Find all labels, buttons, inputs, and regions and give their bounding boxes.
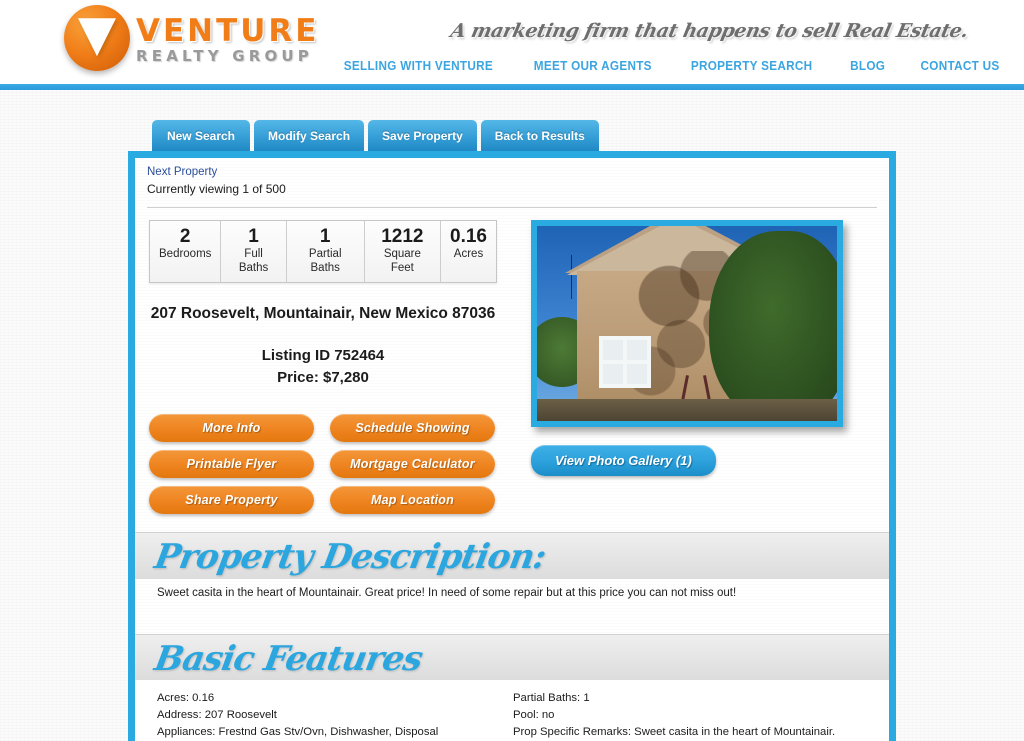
more-info-button[interactable]: More Info: [149, 414, 314, 443]
feature-item: Partial Baths: 1: [513, 692, 590, 705]
property-content-columns: 2 Bedrooms 1 Full Baths 1 Partial Baths …: [135, 208, 889, 515]
stat-partial-baths-label: Partial Baths: [308, 248, 342, 275]
property-detail-panel: Next Property Currently viewing 1 of 500…: [128, 151, 896, 741]
feature-item: Prop Specific Remarks: Sweet casita in t…: [513, 725, 836, 738]
stat-bedrooms-label: Bedrooms: [159, 248, 212, 261]
photo-window: [599, 336, 651, 389]
stat-square-feet-label: Square Feet: [383, 248, 421, 275]
property-action-buttons: More Info Schedule Showing Printable Fly…: [149, 414, 497, 515]
stat-square-feet-value: 1212: [381, 226, 424, 248]
share-property-button[interactable]: Share Property: [149, 486, 314, 515]
listing-summary: Listing ID 752464 Price: $7,280: [149, 345, 497, 389]
stat-acres-value: 0.16: [450, 226, 487, 248]
property-address: 207 Roosevelt, Mountainair, New Mexico 8…: [150, 304, 496, 322]
search-tab-row: New Search Modify Search Save Property B…: [0, 120, 1024, 151]
stat-full-baths-value: 1: [248, 226, 259, 248]
nav-item-selling-with-venture[interactable]: SELLING WITH VENTURE: [344, 59, 493, 73]
property-stats-box: 2 Bedrooms 1 Full Baths 1 Partial Baths …: [149, 220, 497, 283]
property-photo-image: [537, 226, 837, 422]
stat-bedrooms: 2 Bedrooms: [150, 221, 222, 282]
new-search-tab[interactable]: New Search: [152, 120, 250, 151]
stat-acres-label: Acres: [453, 248, 484, 261]
view-photo-gallery-button[interactable]: View Photo Gallery (1): [531, 445, 716, 477]
property-description-section: Property Description:: [135, 532, 889, 579]
listing-id: Listing ID 752464: [261, 346, 385, 364]
property-nav-strip: Next Property Currently viewing 1 of 500: [135, 158, 889, 201]
photo-ground: [537, 399, 837, 422]
property-description-text: Sweet casita in the heart of Mountainair…: [157, 586, 737, 599]
modify-search-tab[interactable]: Modify Search: [254, 120, 365, 151]
stat-acres: 0.16 Acres: [441, 221, 496, 281]
stat-square-feet: 1212 Square Feet: [365, 221, 442, 282]
map-location-button[interactable]: Map Location: [330, 486, 495, 515]
stat-bedrooms-value: 2: [179, 226, 191, 248]
basic-features-section: Basic Features: [135, 634, 889, 681]
printable-flyer-button[interactable]: Printable Flyer: [149, 450, 314, 479]
feature-item: Acres: 0.16: [157, 692, 215, 705]
nav-item-property-search[interactable]: PROPERTY SEARCH: [691, 59, 813, 73]
logo-subtitle: REALTY GROUP: [136, 47, 313, 65]
nav-item-contact-us[interactable]: CONTACT US: [921, 59, 1000, 73]
listing-price: Price: $7,280: [277, 368, 369, 386]
main-navigation: SELLING WITH VENTURE MEET OUR AGENTS PRO…: [339, 59, 1002, 73]
logo-brand: VENTURE: [136, 13, 320, 49]
mortgage-calculator-button[interactable]: Mortgage Calculator: [330, 450, 495, 479]
feature-item: Appliances: Frestnd Gas Stv/Ovn, Dishwas…: [157, 725, 439, 738]
logo-text: VENTURE REALTY GROUP: [136, 12, 319, 64]
nav-item-meet-our-agents[interactable]: MEET OUR AGENTS: [534, 59, 652, 73]
stat-partial-baths: 1 Partial Baths: [287, 221, 365, 282]
site-tagline: A marketing firm that happens to sell Re…: [448, 20, 971, 42]
site-logo[interactable]: VENTURE REALTY GROUP: [64, 5, 319, 71]
page-body: New Search Modify Search Save Property B…: [0, 90, 1024, 741]
stat-full-baths-label: Full Baths: [238, 248, 269, 275]
property-photo[interactable]: [531, 220, 843, 428]
feature-item: Pool: no: [513, 709, 555, 722]
basic-features-columns: Acres: 0.16 Address: 207 Roosevelt Appli…: [135, 680, 889, 741]
features-right-column: Partial Baths: 1 Pool: no Prop Specific …: [513, 690, 869, 741]
basic-features-heading: Basic Features: [151, 639, 426, 680]
feature-item: Address: 207 Roosevelt: [157, 709, 277, 722]
next-property-link[interactable]: Next Property: [147, 164, 877, 181]
photo-tree-right: [709, 231, 837, 422]
currently-viewing-label: Currently viewing 1 of 500: [147, 181, 286, 196]
property-description-heading: Property Description:: [151, 537, 549, 578]
stat-full-baths: 1 Full Baths: [221, 221, 287, 282]
schedule-showing-button[interactable]: Schedule Showing: [330, 414, 495, 443]
property-photo-column: View Photo Gallery (1): [521, 220, 875, 514]
nav-item-blog[interactable]: BLOG: [850, 59, 885, 73]
save-property-tab[interactable]: Save Property: [368, 120, 477, 151]
property-info-column: 2 Bedrooms 1 Full Baths 1 Partial Baths …: [149, 220, 521, 515]
venture-v-logo-icon: [64, 5, 130, 71]
features-left-column: Acres: 0.16 Address: 207 Roosevelt Appli…: [157, 690, 513, 741]
stat-partial-baths-value: 1: [319, 226, 331, 248]
site-header: VENTURE REALTY GROUP A marketing firm th…: [0, 0, 1024, 84]
back-to-results-tab[interactable]: Back to Results: [480, 120, 599, 151]
